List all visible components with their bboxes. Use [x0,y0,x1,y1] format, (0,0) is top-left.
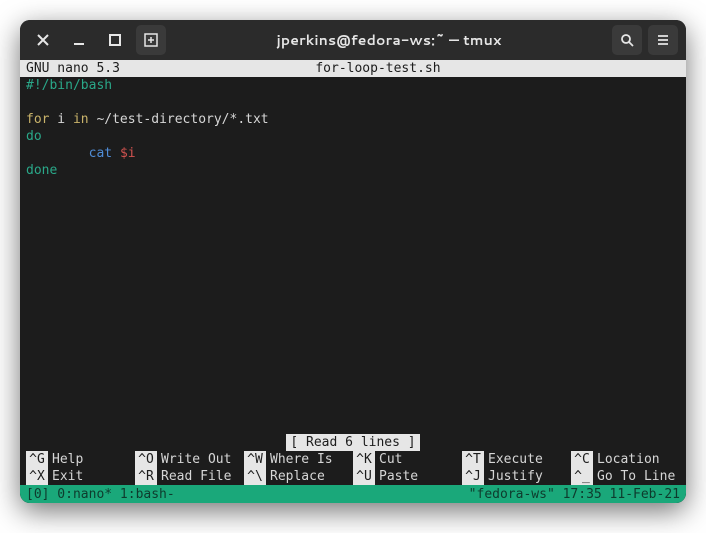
tmux-status-bar: [0] 0:nano* 1:bash- "fedora-ws" 17:35 11… [20,485,686,503]
terminal-window: jperkins@fedora-ws:~ — tmux GNU nano 5.3… [20,20,686,503]
nano-shortcuts-row-2: ^XExit ^RRead File ^\Replace ^UPaste ^JJ… [20,468,686,485]
code-line: done [20,162,686,179]
shortcut-exit: ^XExit [26,468,135,485]
close-button[interactable] [28,25,58,55]
plus-box-icon [144,33,158,47]
shortcut-replace: ^\Replace [244,468,353,485]
titlebar: jperkins@fedora-ws:~ — tmux [20,20,686,60]
shortcut-read-file: ^RRead File [135,468,244,485]
nano-header: GNU nano 5.3 for-loop-test.sh [20,60,686,77]
maximize-button[interactable] [100,25,130,55]
shortcut-location: ^CLocation [571,451,680,468]
new-tab-button[interactable] [136,25,166,55]
shortcut-help: ^GHelp [26,451,135,468]
code-line: #!/bin/bash [20,77,686,94]
minimize-icon [72,33,86,47]
shortcut-paste: ^UPaste [353,468,462,485]
window-title: jperkins@fedora-ws:~ — tmux [172,30,606,50]
code-line [20,94,686,111]
hamburger-icon [656,33,670,47]
search-button[interactable] [612,25,642,55]
code-line: cat $i [20,145,686,162]
nano-status: [ Read 6 lines ] [286,434,419,451]
minimize-button[interactable] [64,25,94,55]
nano-filename: for-loop-test.sh [136,60,620,77]
close-icon [36,33,50,47]
nano-version: GNU nano 5.3 [26,60,136,77]
shortcut-go-to-line: ^_Go To Line [571,468,680,485]
shortcut-write-out: ^OWrite Out [135,451,244,468]
shortcut-where-is: ^WWhere Is [244,451,353,468]
search-icon [620,33,634,47]
menu-button[interactable] [648,25,678,55]
editor-empty-area [20,179,686,434]
maximize-icon [108,33,122,47]
shortcut-cut: ^KCut [353,451,462,468]
code-line: do [20,128,686,145]
code-line: for i in ~/test-directory/*.txt [20,111,686,128]
tmux-right: "fedora-ws" 17:35 11-Feb-21 [469,486,680,503]
tmux-windows: [0] 0:nano* 1:bash- [26,486,469,503]
terminal-content[interactable]: GNU nano 5.3 for-loop-test.sh #!/bin/bas… [20,60,686,503]
shortcut-execute: ^TExecute [462,451,571,468]
nano-status-row: [ Read 6 lines ] [20,434,686,451]
shortcut-justify: ^JJustify [462,468,571,485]
nano-shortcuts-row-1: ^GHelp ^OWrite Out ^WWhere Is ^KCut ^TEx… [20,451,686,468]
